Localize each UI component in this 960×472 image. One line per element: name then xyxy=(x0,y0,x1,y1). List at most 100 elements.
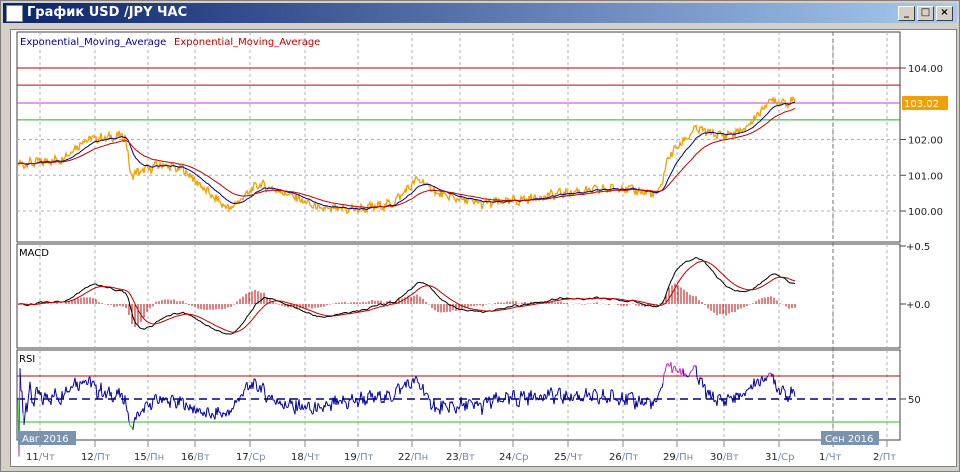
rsi-segment xyxy=(542,394,545,402)
rsi-segment xyxy=(652,399,655,406)
rsi-segment xyxy=(433,399,436,413)
rsi-segment xyxy=(281,403,284,408)
rsi-segment xyxy=(401,386,404,390)
rsi-segment xyxy=(208,412,211,417)
rsi-segment xyxy=(661,383,664,388)
rsi-segment xyxy=(155,394,158,401)
rsi-segment xyxy=(242,390,245,397)
rsi-segment xyxy=(717,394,720,396)
rsi-segment xyxy=(50,394,53,405)
rsi-segment xyxy=(482,399,485,408)
rsi-segment xyxy=(518,399,521,408)
rsi-segment xyxy=(393,395,396,398)
rsi-segment xyxy=(121,393,124,404)
rsi-segment xyxy=(146,401,149,406)
rsi-segment xyxy=(29,381,32,392)
rsi-segment xyxy=(511,390,514,399)
rsi-segment xyxy=(502,399,505,403)
rsi-segment xyxy=(182,398,185,409)
rsi-segment xyxy=(551,390,554,398)
x-tick-label: 22/Пн xyxy=(398,452,428,463)
rsi-segment xyxy=(485,396,488,404)
rsi-segment xyxy=(691,368,694,371)
rsi-segment xyxy=(389,395,392,401)
rsi-segment xyxy=(76,381,79,391)
rsi-segment xyxy=(780,387,783,394)
rsi-segment xyxy=(679,368,682,375)
rsi-segment xyxy=(657,392,660,397)
rsi-segment xyxy=(582,397,585,402)
macd-panel-frame xyxy=(16,243,901,349)
rsi-segment xyxy=(312,408,315,415)
rsi-segment xyxy=(106,390,109,395)
rsi-segment xyxy=(385,390,388,399)
rsi-segment xyxy=(85,380,88,386)
rsi-segment xyxy=(298,399,301,410)
rsi-segment xyxy=(118,387,121,398)
rsi-segment xyxy=(42,396,45,406)
rsi-segment xyxy=(714,399,717,402)
rsi-segment xyxy=(490,403,493,409)
rsi-segment xyxy=(232,406,235,410)
rsi-segment xyxy=(776,389,779,393)
rsi-segment xyxy=(23,414,26,425)
x-tick-label: 25/Чт xyxy=(554,452,583,463)
rsi-segment xyxy=(126,410,129,413)
rsi-segment xyxy=(55,393,58,398)
rsi-segment xyxy=(255,381,258,391)
rsi-segment xyxy=(320,407,323,409)
rsi-segment xyxy=(405,380,408,388)
rsi-segment xyxy=(470,400,473,403)
rsi-segment xyxy=(431,405,434,409)
rsi-segment xyxy=(357,401,360,408)
rsi-segment xyxy=(347,401,350,409)
rsi-segment xyxy=(343,400,346,402)
rsi-segment xyxy=(663,371,666,374)
rsi-segment xyxy=(271,394,274,401)
rsi-segment xyxy=(479,402,482,405)
rsi-segment xyxy=(698,377,701,385)
rsi-segment xyxy=(344,401,347,404)
ema-fast-line xyxy=(17,101,795,210)
rsi-segment xyxy=(761,376,764,382)
rsi-segment xyxy=(498,396,501,402)
rsi-segment xyxy=(239,394,242,398)
rsi-segment xyxy=(574,394,577,396)
rsi-segment xyxy=(521,393,524,397)
rsi-segment xyxy=(92,380,95,383)
x-tick-label: 12/Пт xyxy=(81,452,111,463)
rsi-segment xyxy=(753,378,756,387)
rsi-segment xyxy=(514,398,517,400)
rsi-segment xyxy=(680,373,683,376)
x-tick-label: 30/Вт xyxy=(710,452,739,463)
rsi-segment xyxy=(629,392,632,395)
rsi-segment xyxy=(322,405,325,412)
macd-tick-label: +0.5 xyxy=(906,242,930,253)
rsi-segment xyxy=(205,408,208,418)
rsi-segment xyxy=(668,365,671,367)
rsi-segment xyxy=(631,391,634,396)
rsi-segment xyxy=(264,394,267,403)
rsi-segment xyxy=(197,408,200,413)
rsi-segment xyxy=(656,396,659,401)
rsi-segment xyxy=(63,392,66,396)
rsi-segment xyxy=(212,414,215,418)
rsi-segment xyxy=(557,388,560,392)
rsi-segment xyxy=(72,382,75,387)
rsi-segment xyxy=(225,411,228,417)
rsi-segment xyxy=(659,387,662,391)
rsi-segment xyxy=(83,380,86,384)
rsi-segment xyxy=(399,388,402,395)
rsi-segment xyxy=(342,395,345,401)
rsi-segment xyxy=(407,379,410,387)
rsi-segment xyxy=(594,388,597,392)
rsi-segment xyxy=(451,401,454,405)
rsi-segment xyxy=(739,392,742,397)
rsi-segment xyxy=(306,402,309,408)
rsi-segment xyxy=(471,402,474,406)
rsi-segment xyxy=(618,401,621,406)
rsi-segment xyxy=(774,379,777,388)
rsi-segment xyxy=(391,400,394,402)
rsi-segment xyxy=(469,399,472,402)
rsi-segment xyxy=(257,389,260,393)
